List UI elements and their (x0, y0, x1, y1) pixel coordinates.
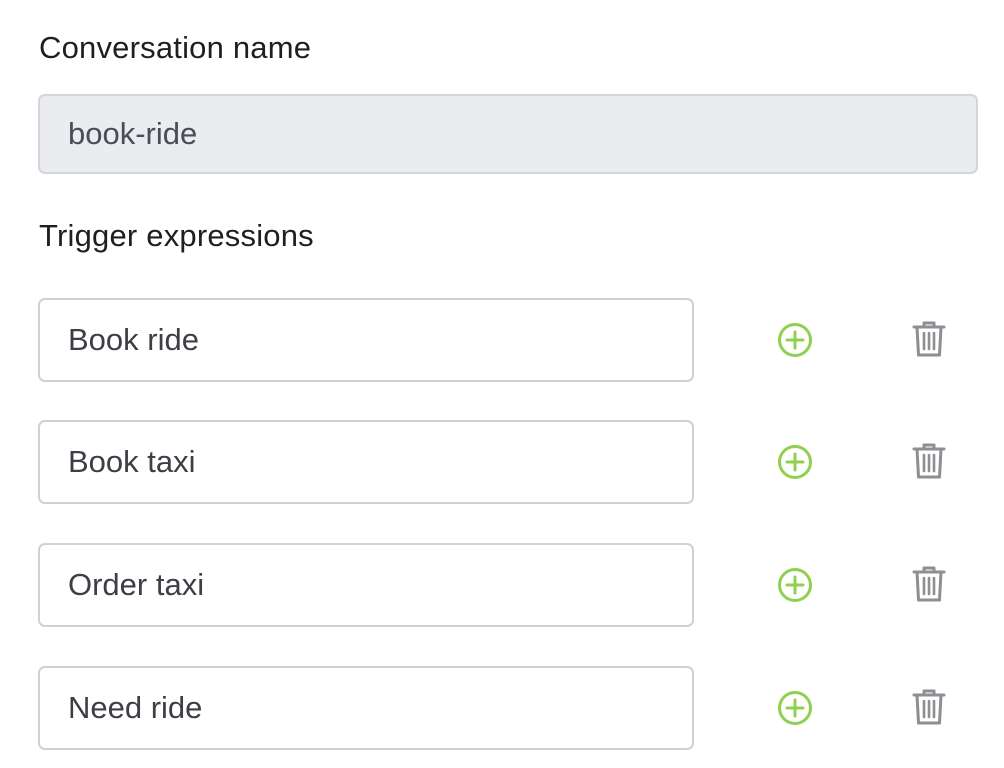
trigger-expressions-label: Trigger expressions (39, 218, 314, 253)
delete-trigger-button[interactable] (912, 320, 946, 358)
trigger-expression-input[interactable] (38, 666, 694, 750)
trigger-expression-input[interactable] (38, 420, 694, 504)
add-trigger-button[interactable] (777, 567, 813, 603)
trash-icon (912, 689, 946, 725)
trigger-row (38, 543, 968, 627)
conversation-name-label: Conversation name (39, 30, 312, 65)
trigger-row (38, 298, 968, 382)
trigger-row (38, 666, 968, 750)
plus-circle-icon (778, 323, 812, 357)
trash-icon (912, 321, 946, 357)
delete-trigger-button[interactable] (912, 565, 946, 603)
delete-trigger-button[interactable] (912, 688, 946, 726)
add-trigger-button[interactable] (777, 444, 813, 480)
plus-circle-icon (778, 568, 812, 602)
plus-circle-icon (778, 445, 812, 479)
conversation-name-field[interactable] (38, 94, 978, 174)
trigger-expression-input[interactable] (38, 298, 694, 382)
trash-icon (912, 566, 946, 602)
delete-trigger-button[interactable] (912, 442, 946, 480)
trash-icon (912, 443, 946, 479)
plus-circle-icon (778, 691, 812, 725)
add-trigger-button[interactable] (777, 322, 813, 358)
trigger-row (38, 420, 968, 504)
add-trigger-button[interactable] (777, 690, 813, 726)
trigger-expression-input[interactable] (38, 543, 694, 627)
